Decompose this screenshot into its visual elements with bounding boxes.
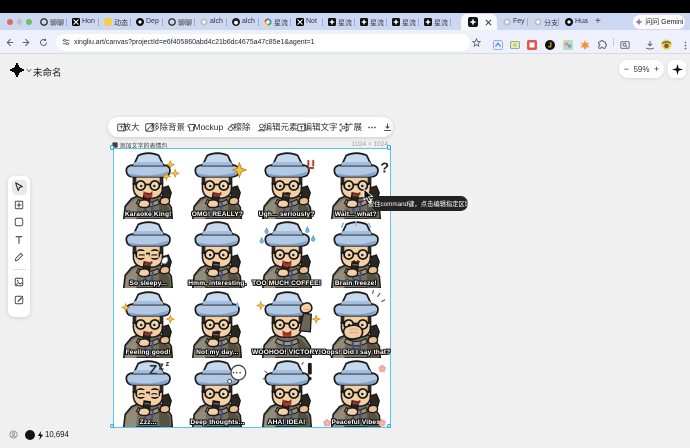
svg-text:z: z [159, 361, 164, 373]
svg-text:Z: Z [149, 362, 157, 377]
svg-text:z: z [166, 359, 170, 368]
svg-text:J: J [548, 43, 552, 50]
svg-text:?: ? [380, 160, 389, 176]
